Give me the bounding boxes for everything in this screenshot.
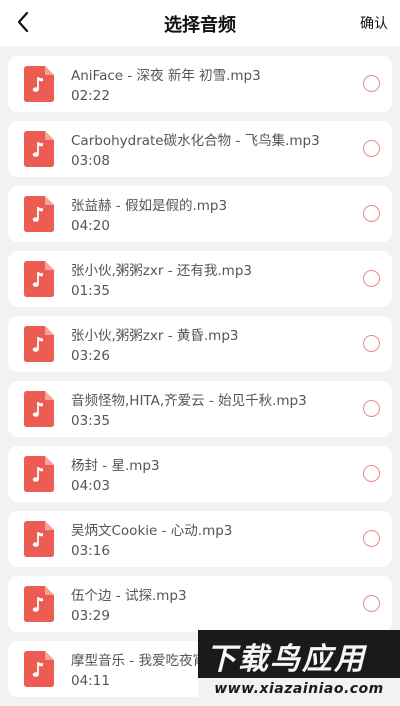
music-file-icon [24, 326, 54, 362]
select-radio[interactable] [363, 465, 380, 482]
audio-file-name: 杨封 - 星.mp3 [71, 458, 160, 474]
audio-duration: 04:11 [71, 673, 110, 689]
audio-list-item[interactable]: 音频怪物,HITA,齐爱云 - 始见千秋.mp3 03:35 [8, 381, 392, 437]
audio-duration: 03:29 [71, 608, 110, 624]
select-radio[interactable] [363, 270, 380, 287]
select-radio[interactable] [363, 530, 380, 547]
select-radio[interactable] [363, 75, 380, 92]
music-file-icon [24, 456, 54, 492]
audio-duration: 03:08 [71, 153, 110, 169]
music-file-icon [24, 521, 54, 557]
audio-list-item[interactable]: AniFace - 深夜 新年 初雪.mp3 02:22 [8, 56, 392, 112]
select-radio[interactable] [363, 140, 380, 157]
app-header: 选择音频 确认 [0, 0, 400, 46]
audio-list: AniFace - 深夜 新年 初雪.mp3 02:22 Carbohydrate碳… [8, 56, 392, 706]
select-radio[interactable] [363, 205, 380, 222]
audio-file-name: 张益赫 - 假如是假的.mp3 [71, 198, 228, 214]
audio-list-item[interactable]: Carbohydrate碳水化合物 - 飞鸟集.mp3 03:08 [8, 121, 392, 177]
music-file-icon [24, 66, 54, 102]
audio-duration: 03:16 [71, 543, 110, 559]
audio-file-name: 张小伙,粥粥zxr - 黄昏.mp3 [71, 328, 239, 344]
music-file-icon [24, 651, 54, 687]
audio-list-item[interactable]: 吴炳文Cookie - 心动.mp3 03:16 [8, 511, 392, 567]
audio-duration: 01:35 [71, 283, 110, 299]
audio-list-item[interactable]: 张小伙,粥粥zxr - 黄昏.mp3 03:26 [8, 316, 392, 372]
music-file-icon [24, 131, 54, 167]
music-file-icon [24, 391, 54, 427]
watermark-url: www.xiazainiao.com [198, 678, 400, 700]
audio-file-name: 张小伙,粥粥zxr - 还有我.mp3 [71, 263, 252, 279]
select-radio[interactable] [363, 400, 380, 417]
select-radio[interactable] [363, 335, 380, 352]
audio-duration: 03:26 [71, 348, 110, 364]
audio-file-name: AniFace - 深夜 新年 初雪.mp3 [71, 68, 261, 84]
audio-duration: 04:20 [71, 218, 110, 234]
audio-file-name: Carbohydrate碳水化合物 - 飞鸟集.mp3 [71, 133, 320, 149]
audio-list-item[interactable]: 杨封 - 星.mp3 04:03 [8, 446, 392, 502]
audio-list-item[interactable]: 张益赫 - 假如是假的.mp3 04:20 [8, 186, 392, 242]
audio-file-name: 吴炳文Cookie - 心动.mp3 [71, 523, 233, 539]
audio-duration: 02:22 [71, 88, 110, 104]
audio-list-item[interactable]: 张小伙,粥粥zxr - 还有我.mp3 01:35 [8, 251, 392, 307]
watermark: 下载鸟应用 www.xiazainiao.com [198, 630, 400, 700]
music-file-icon [24, 586, 54, 622]
audio-list-item[interactable]: 伍个边 - 试探.mp3 03:29 [8, 576, 392, 632]
confirm-button[interactable]: 确认 [360, 13, 388, 33]
audio-file-name: 伍个边 - 试探.mp3 [71, 588, 187, 604]
audio-file-name: 音频怪物,HITA,齐爱云 - 始见千秋.mp3 [71, 393, 307, 409]
music-file-icon [24, 196, 54, 232]
audio-duration: 04:03 [71, 478, 110, 494]
select-radio[interactable] [363, 595, 380, 612]
page-title: 选择音频 [164, 15, 236, 36]
music-file-icon [24, 261, 54, 297]
watermark-title: 下载鸟应用 [206, 642, 366, 677]
audio-duration: 03:35 [71, 413, 110, 429]
